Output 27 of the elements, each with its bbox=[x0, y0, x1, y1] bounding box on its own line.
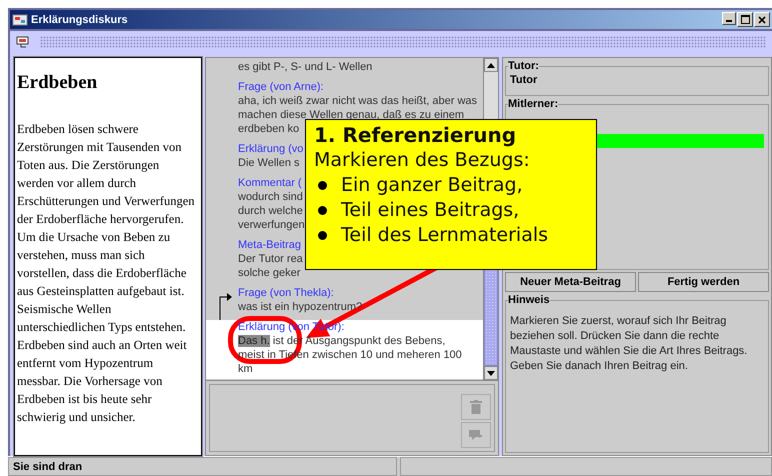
material-text: Erdbeben lösen schwere Zerstörungen mit Tausenden von Toten aus. Die Zerstörungen werden vor allem durch Erschütterungen und Verwerfungen der Erdoberfläche hervorgerufen. Um die Ursache von Beben zu verstehen, muss man sich vorstellen, dass die Erdoberfläche aus Gesteinsplatten aufgebaut ist. Seismische Wellen unterschiedlichen Typs entstehen. Erdbeben sind auch an Orten weit entfernt vom Hypozentrum messbar. Die Vorhersage von Erdbeben ist bis heute sehr schwierig und unsicher. bbox=[17, 121, 196, 426]
message-text: solche geker bbox=[238, 266, 300, 280]
callout-bullet-text: Teil eines Beitrags, bbox=[341, 198, 520, 223]
message-text: verwerfungen bbox=[238, 218, 305, 232]
hint-text: Markieren Sie zuerst, worauf sich Ihr Beitrag beziehen soll. Drücken Sie dann die rechte Maustaste und wählen Sie die Art Ihres Beitrags. Geben Sie danach Ihren Beitrag ein. bbox=[510, 314, 748, 374]
message-text: Die Wellen s bbox=[238, 156, 300, 170]
callout-bullet-text: Teil des Lernmaterials bbox=[341, 223, 548, 248]
material-heading: Erdbeben bbox=[17, 72, 98, 94]
message-header: Meta-Beitrag bbox=[238, 238, 301, 252]
window-title: Erklärungsdiskurs bbox=[31, 14, 128, 26]
message-header: Kommentar ( bbox=[238, 176, 302, 190]
group-label: Mitlerner: bbox=[508, 98, 558, 110]
tutor-name: Tutor bbox=[510, 74, 538, 86]
marked-text: Das h. bbox=[238, 335, 270, 347]
message-text: es gibt P-, S- und L- Wellen bbox=[238, 60, 372, 74]
group-label: Hinweis bbox=[508, 294, 550, 306]
message-text: durch welche bbox=[238, 204, 303, 218]
callout-bullet-text: Ein ganzer Beitrag, bbox=[341, 173, 523, 198]
message-text: Der Tutor rea bbox=[238, 252, 303, 266]
group-label: Tutor: bbox=[508, 60, 539, 72]
callout-text: Markieren des Bezugs: bbox=[314, 148, 531, 173]
message-header: Erklärung (vo bbox=[238, 142, 304, 156]
callout-title: 1. Referenzierung bbox=[314, 123, 518, 148]
message-text: km bbox=[238, 362, 253, 376]
status-text: Sie sind dran bbox=[13, 460, 82, 472]
message-text: wodurch sind bbox=[238, 190, 303, 204]
message-header: Frage (von Thekla): bbox=[238, 286, 334, 300]
